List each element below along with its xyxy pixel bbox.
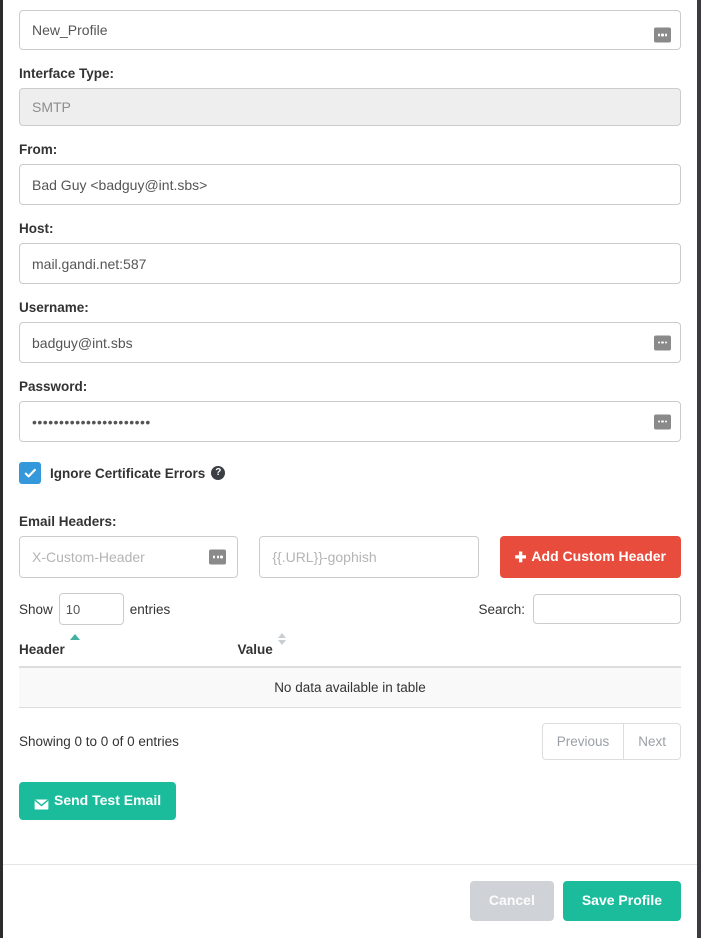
search-label: Search: — [478, 601, 525, 617]
table-header-row: Header Value — [19, 632, 681, 668]
cancel-button[interactable]: Cancel — [469, 881, 554, 921]
table-row: No data available in table — [19, 667, 681, 708]
password-group: Password: — [19, 379, 681, 442]
sort-both-icon[interactable] — [277, 633, 288, 652]
password-label: Password: — [19, 379, 88, 394]
interface-type-label: Interface Type: — [19, 66, 115, 81]
profile-name-group — [19, 10, 681, 50]
ignore-cert-checkbox[interactable] — [19, 462, 41, 484]
ignore-cert-label: Ignore Certificate Errors — [50, 465, 206, 481]
host-input[interactable] — [19, 243, 681, 284]
autofill-dots-icon[interactable] — [654, 335, 671, 350]
from-group: From: — [19, 142, 681, 205]
datatable-info: Showing 0 to 0 of 0 entries — [19, 734, 179, 750]
host-group: Host: — [19, 221, 681, 284]
plus-icon: ✚ — [514, 549, 527, 565]
username-input[interactable] — [19, 322, 681, 363]
empty-table-message: No data available in table — [19, 667, 681, 708]
pagination: Previous Next — [541, 723, 681, 761]
modal-backdrop-right[interactable] — [697, 0, 701, 938]
sending-profile-modal: Interface Type: From: Host: Username: — [3, 0, 697, 938]
send-test-email-button[interactable]: Send Test Email — [19, 782, 177, 821]
username-group: Username: — [19, 300, 681, 363]
page-length-select[interactable]: 10 — [58, 593, 124, 625]
profile-name-wrap — [19, 10, 681, 50]
profile-name-input[interactable] — [19, 10, 681, 50]
from-input[interactable] — [19, 164, 681, 205]
column-header-header[interactable]: Header — [19, 632, 238, 668]
username-label: Username: — [19, 300, 89, 315]
email-headers-group: Email Headers: ✚ Add Custom Header — [19, 514, 681, 578]
autofill-dots-icon[interactable] — [654, 27, 671, 43]
table-body: No data available in table — [19, 667, 681, 708]
custom-header-value-input[interactable] — [259, 536, 479, 578]
datatable-search-control: Search: — [478, 594, 681, 624]
interface-type-input — [19, 88, 681, 126]
interface-type-group: Interface Type: — [19, 66, 681, 126]
modal-body: Interface Type: From: Host: Username: — [3, 10, 697, 821]
send-test-email-label: Send Test Email — [54, 792, 162, 809]
sort-ascending-icon[interactable] — [69, 634, 80, 652]
custom-header-name-wrap — [19, 536, 239, 578]
datatable-length-label: Show 10 entries — [19, 593, 170, 625]
from-label: From: — [19, 142, 58, 157]
column-value-label: Value — [237, 642, 273, 657]
host-label: Host: — [19, 221, 54, 236]
email-headers-row: ✚ Add Custom Header — [19, 536, 681, 578]
datatable-footer: Showing 0 to 0 of 0 entries Previous Nex… — [19, 723, 681, 761]
entries-label: entries — [129, 601, 171, 617]
custom-header-value-wrap — [259, 536, 479, 578]
datatable-length-control: Show 10 entries — [19, 593, 170, 625]
username-wrap — [19, 322, 681, 363]
custom-headers-table: Header Value No data available in table — [19, 632, 681, 708]
datatable-search-label-wrap: Search: — [478, 594, 681, 624]
add-custom-header-button[interactable]: ✚ Add Custom Header — [499, 536, 681, 578]
show-label: Show — [19, 601, 53, 617]
column-header-value[interactable]: Value — [237, 632, 681, 668]
modal-footer: Cancel Save Profile — [3, 864, 697, 938]
next-page-button[interactable]: Next — [624, 723, 681, 761]
table-head: Header Value — [19, 632, 681, 668]
custom-header-name-input[interactable] — [19, 536, 239, 578]
password-input[interactable] — [19, 401, 681, 442]
ignore-cert-row[interactable]: Ignore Certificate Errors ? — [19, 462, 681, 484]
column-header-label: Header — [19, 642, 65, 657]
email-headers-label: Email Headers: — [19, 514, 117, 529]
previous-page-button[interactable]: Previous — [541, 723, 625, 761]
autofill-dots-icon[interactable] — [654, 414, 671, 429]
help-circle-icon[interactable]: ? — [211, 466, 226, 480]
envelope-icon — [34, 796, 49, 810]
add-custom-header-label: Add Custom Header — [531, 548, 666, 564]
password-wrap — [19, 401, 681, 442]
datatable-controls: Show 10 entries Search: — [19, 590, 681, 628]
autofill-dots-icon[interactable] — [209, 549, 227, 565]
search-input[interactable] — [533, 594, 681, 624]
save-profile-button[interactable]: Save Profile — [562, 881, 681, 921]
